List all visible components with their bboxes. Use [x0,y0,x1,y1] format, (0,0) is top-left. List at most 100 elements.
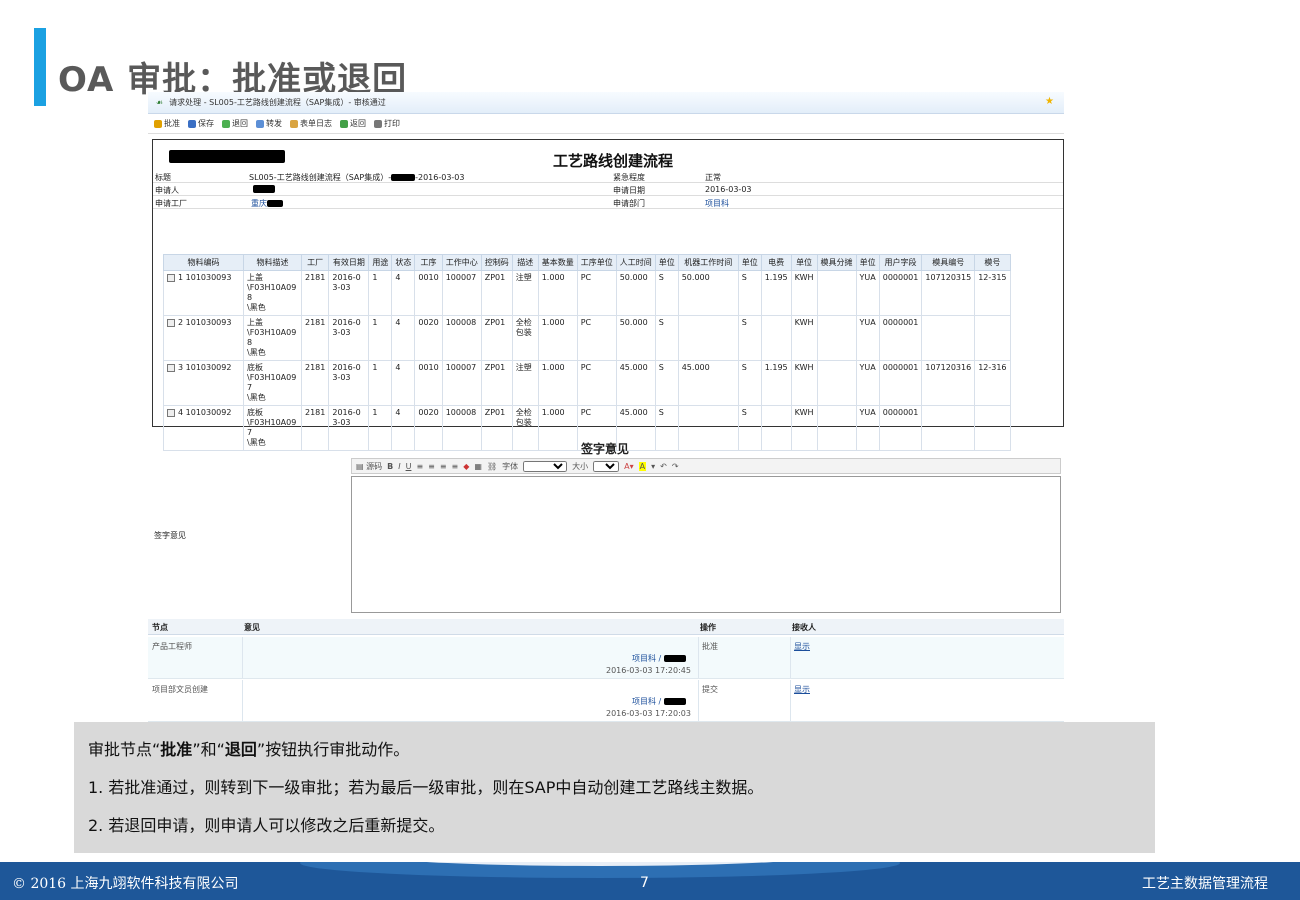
log-node: 项目部文员创建 [152,685,208,694]
underline-button[interactable]: U [406,462,412,471]
size-select[interactable] [593,460,620,472]
table-cell: 45.000 [615,360,656,406]
column-header: 工厂 [300,254,330,271]
column-header: 单位 [654,254,679,271]
forward-button[interactable]: 转发 [256,118,282,129]
table-cell: 4 [391,270,416,316]
row-checkbox[interactable] [167,273,175,282]
applicant-label: 申请人 [155,186,179,195]
table-cell: 100008 [441,405,482,451]
log-receiver-link[interactable]: 显示 [794,684,810,695]
table-cell: 45.000 [677,360,739,406]
redo-icon[interactable]: ↷ [672,462,679,471]
log-col-node: 节点 [152,623,168,632]
table-cell [816,315,857,361]
header-row-applicant: 申请人 申请日期 2016-03-03 [153,183,1063,196]
table-cell: 4 [391,405,416,451]
table-cell: 3 101030092 [163,360,244,406]
table-cell: ZP01 [480,360,513,406]
caption-line-2: 1. 若批准通过，则转到下一级审批；若为最后一级审批，则在SAP中自动创建工艺路… [88,778,764,797]
column-header: 用途 [368,254,393,271]
table-cell: 4 [391,360,416,406]
column-header: 机器工作时间 [677,254,739,271]
table-cell: 2016-03-03 [328,270,370,316]
signature-heading: 签字意见 [581,442,630,456]
table-row: 1 101030093 上盖 \F03H10A098 \黑色 2181 2016-03-0… [163,270,1011,316]
workflow-form: 工艺路线创建流程 标题 SL005-工艺路线创建流程（SAP集成）- -2016-… [152,139,1064,451]
log-receiver-link[interactable]: 显示 [794,641,810,652]
table-cell: 1.195 [760,360,792,406]
column-header: 基本数量 [537,254,578,271]
link-icon[interactable]: ⛓ [487,462,497,471]
applicant-value [253,185,275,195]
print-button[interactable]: 打印 [374,118,400,129]
save-icon [188,119,196,128]
column-header: 单位 [737,254,762,271]
table-cell: 2181 [300,405,330,451]
save-button[interactable]: 保存 [188,118,214,129]
table-row: 2 101030093 上盖 \F03H10A098 \黑色 2181 2016-03-0… [163,315,1011,361]
table-cell: 1.000 [537,270,578,316]
source-button[interactable]: ▤ 源码 [356,461,382,472]
table-cell: 底板 \F03H10A097 \黑色 [243,405,302,451]
table-cell: 2181 [300,360,330,406]
printer-icon [374,119,382,128]
apply-date-value: 2016-03-03 [705,185,752,194]
row-checkbox[interactable] [167,318,175,327]
table-cell: 1 [368,360,393,406]
plant-label: 申请工厂 [155,199,187,208]
bg-color-icon[interactable]: A [638,461,647,471]
table-cell: 1.000 [537,405,578,451]
caption-box: 审批节点“批准”和“退回”按钮执行审批动作。 1. 若批准通过，则转到下一级审批… [74,722,1155,853]
redacted-logo [169,150,285,163]
return-button[interactable]: 退回 [222,118,248,129]
dept-value[interactable]: 项目科 [705,198,729,209]
row-checkbox[interactable] [167,408,175,417]
title-accent-bar [34,28,46,106]
table-cell: 107120315 [921,270,976,316]
table-body: 1 101030093 上盖 \F03H10A098 \黑色 2181 2016-03-0… [163,270,1011,451]
table-cell: 0000001 [878,315,923,361]
italic-button[interactable]: I [398,462,400,471]
table-cell: 1 101030093 [163,270,244,316]
approval-log-header: 节点 意见 操作 接收人 [148,619,1064,635]
insert-image-icon[interactable]: ◆ [463,462,469,471]
align-left-icon[interactable]: ≡ [416,462,423,471]
form-log-button[interactable]: 表单日志 [290,118,332,129]
justify-icon[interactable]: ≡ [452,462,459,471]
table-cell: YUA [855,315,880,361]
table-cell: S [654,315,679,361]
table-cell: 1 [368,315,393,361]
back-button[interactable]: 返回 [340,118,366,129]
bold-button[interactable]: B [387,462,393,471]
table-cell: S [654,405,679,451]
dept-label: 申请部门 [613,199,645,208]
table-cell: 上盖 \F03H10A098 \黑色 [243,270,302,316]
table-cell: ZP01 [480,315,513,361]
table-cell: 100008 [441,315,482,361]
apply-date-label: 申请日期 [613,186,645,195]
align-right-icon[interactable]: ≡ [440,462,447,471]
app-logo-icon: ☙ [156,98,164,107]
approve-button[interactable]: 批准 [154,118,180,129]
table-cell: KWH [790,315,818,361]
table-icon[interactable]: ▦ [474,462,482,471]
plant-value[interactable]: 重庆 [251,198,283,209]
row-checkbox[interactable] [167,363,175,372]
back-arrow-icon [340,119,348,128]
table-cell: 全检包装 [511,405,539,451]
signature-editor[interactable] [351,476,1061,613]
table-cell: 107120316 [921,360,976,406]
log-col-receiver: 接收人 [792,623,816,632]
text-color-icon[interactable]: A▾ [624,462,634,471]
align-center-icon[interactable]: ≡ [428,462,435,471]
favorite-star-icon[interactable]: ★ [1045,96,1054,107]
signature-label: 签字意见 [154,531,186,540]
footer-copyright: © 2016 上海九翊软件科技有限公司 [12,876,239,892]
table-cell: 50.000 [615,315,656,361]
table-cell: 100007 [441,360,482,406]
table-cell: 4 [391,315,416,361]
undo-icon[interactable]: ↶ [660,462,667,471]
font-select[interactable] [523,460,568,472]
column-header: 状态 [391,254,416,271]
